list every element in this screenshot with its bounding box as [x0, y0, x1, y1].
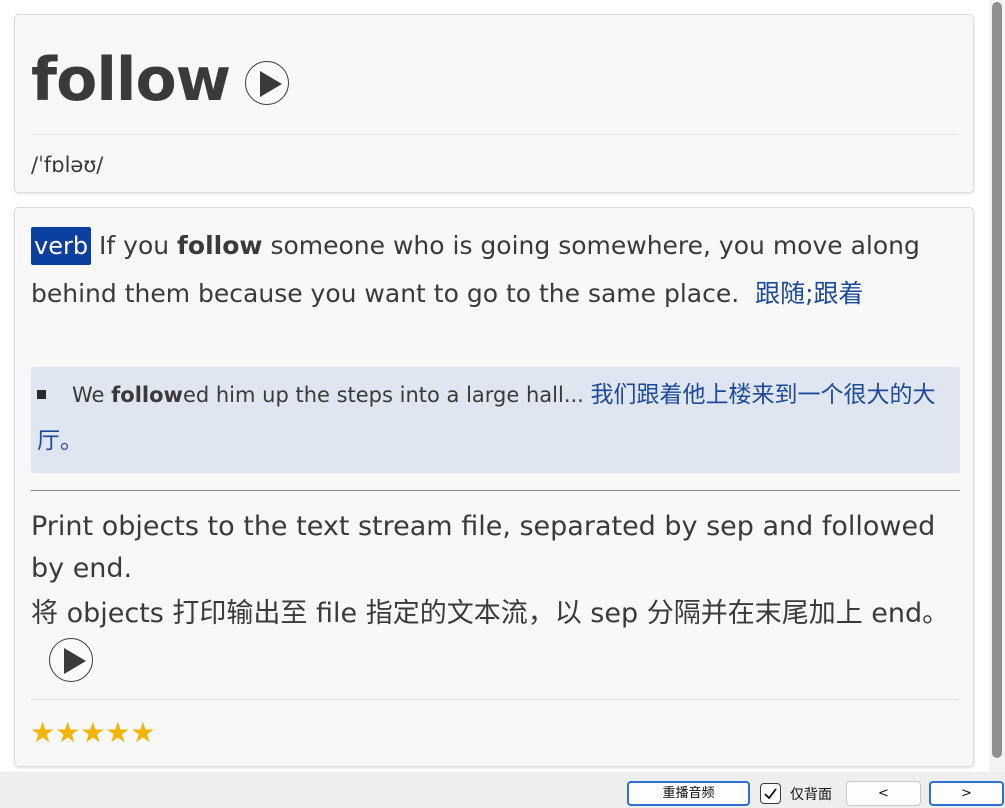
- back-only-label: 仅背面: [790, 787, 832, 803]
- headword: follow: [31, 45, 231, 115]
- play-icon: [260, 71, 282, 97]
- star-rating: ★★★★★: [30, 716, 156, 749]
- bottom-toolbar: 重播音频 仅背面 < >: [0, 772, 1005, 808]
- phonetic: /ˈfɒləʊ/: [31, 153, 104, 177]
- bullet-icon: [37, 389, 46, 399]
- prev-button[interactable]: <: [846, 781, 921, 806]
- play-extra-audio-button[interactable]: [49, 637, 93, 682]
- scrollbar-thumb[interactable]: [992, 2, 1002, 758]
- definition-card: verb If you follow someone who is going …: [14, 207, 974, 767]
- example-sentence: We followed him up the steps into a larg…: [31, 367, 960, 473]
- word-header-card: follow /ˈfɒləʊ/: [14, 14, 974, 193]
- extra-chinese-line: 将 objects 打印输出至 file 指定的文本流，以 sep 分隔并在末尾…: [31, 590, 966, 686]
- divider: [31, 134, 959, 135]
- definition-text-1: If you: [99, 231, 178, 260]
- definition-translation: 跟随;跟着: [755, 279, 864, 308]
- pos-badge: verb: [31, 227, 92, 265]
- example-text-1: We: [72, 383, 112, 407]
- section-divider: [31, 490, 960, 491]
- next-button[interactable]: >: [929, 781, 1004, 806]
- definition-keyword: follow: [177, 231, 263, 260]
- definition: verb If you follow someone who is going …: [31, 222, 961, 318]
- extra-note: Print objects to the text stream file, s…: [31, 506, 966, 686]
- back-only-checkbox[interactable]: [760, 783, 781, 804]
- check-icon: [764, 788, 777, 800]
- example-keyword: follow: [111, 383, 183, 407]
- divider: [31, 699, 959, 700]
- card-viewer: follow /ˈfɒləʊ/ verb If you follow someo…: [0, 0, 989, 772]
- extra-english: Print objects to the text stream file, s…: [31, 511, 936, 584]
- replay-audio-button[interactable]: 重播音频: [627, 781, 750, 806]
- play-icon: [64, 647, 86, 674]
- extra-chinese: 将 objects 打印输出至 file 指定的文本流，以 sep 分隔并在末尾…: [31, 598, 950, 629]
- play-word-audio-button[interactable]: [245, 61, 289, 105]
- example-text-2: ed him up the steps into a large hall...: [182, 383, 591, 407]
